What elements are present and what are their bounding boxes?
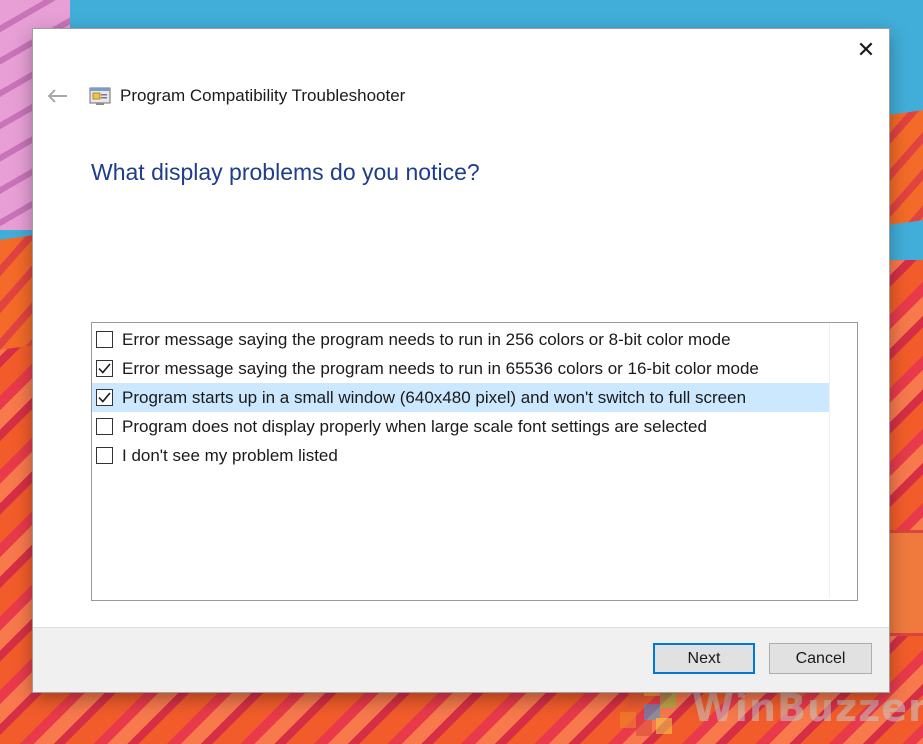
problem-option-65536-colors[interactable]: Error message saying the program needs t…: [92, 354, 829, 383]
checkbox[interactable]: [96, 418, 113, 435]
cancel-button[interactable]: Cancel: [769, 643, 872, 674]
checkmark-icon: [98, 363, 111, 374]
next-button[interactable]: Next: [653, 643, 755, 674]
close-button[interactable]: ✕: [843, 29, 889, 71]
option-label: Program starts up in a small window (640…: [122, 387, 747, 407]
checkmark-icon: [98, 392, 111, 403]
checkbox[interactable]: [96, 360, 113, 377]
problem-option-small-window[interactable]: Program starts up in a small window (640…: [92, 383, 829, 412]
problem-list: Error message saying the program needs t…: [91, 322, 858, 601]
problem-option-large-fonts[interactable]: Program does not display properly when l…: [92, 412, 829, 441]
option-label: I don't see my problem listed: [122, 445, 338, 465]
problem-option-256-colors[interactable]: Error message saying the program needs t…: [92, 325, 829, 354]
option-label: Error message saying the program needs t…: [122, 329, 731, 349]
window-header: Program Compatibility Troubleshooter: [45, 83, 405, 109]
close-icon: ✕: [856, 37, 876, 62]
checkbox[interactable]: [96, 389, 113, 406]
option-label: Program does not display properly when l…: [122, 416, 707, 436]
checkbox[interactable]: [96, 331, 113, 348]
back-arrow-icon[interactable]: [45, 83, 71, 109]
dialog-footer: Next Cancel: [33, 627, 889, 692]
window-title: Program Compatibility Troubleshooter: [120, 86, 406, 105]
list-scrollbar-track[interactable]: [829, 323, 857, 598]
option-label: Error message saying the program needs t…: [122, 358, 759, 378]
troubleshooter-window: ✕ Program Compatibility Troubleshooter W…: [33, 29, 889, 692]
watermark-text: WinBuzzer: [692, 686, 923, 730]
problem-option-not-listed[interactable]: I don't see my problem listed: [92, 441, 829, 470]
checkbox[interactable]: [96, 447, 113, 464]
troubleshooter-app-icon: [89, 86, 111, 106]
page-heading: What display problems do you notice?: [91, 159, 480, 185]
